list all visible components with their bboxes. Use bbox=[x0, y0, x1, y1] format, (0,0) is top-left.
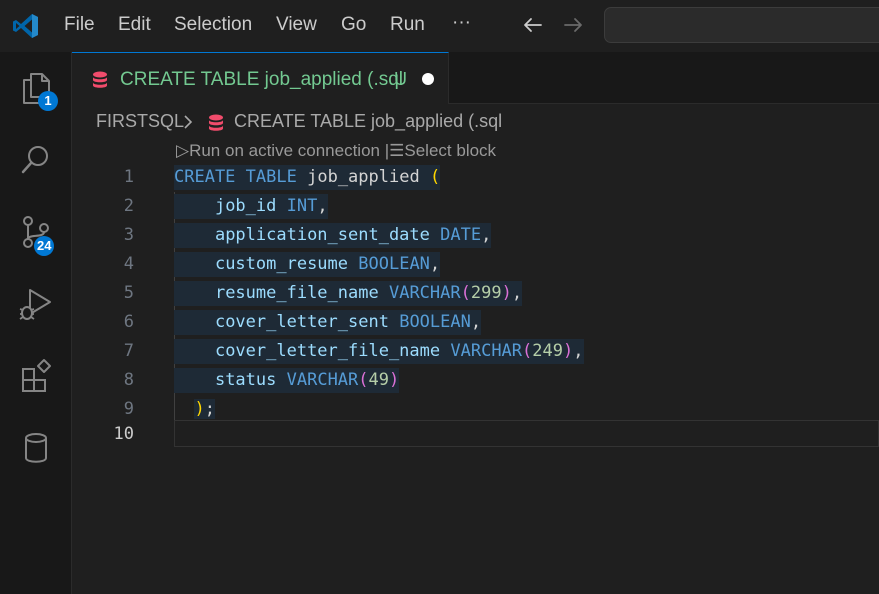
code-text: resume_file_name VARCHAR(299), bbox=[174, 281, 523, 306]
explorer-badge: 1 bbox=[38, 91, 58, 111]
menu-view[interactable]: View bbox=[276, 14, 317, 36]
code-text: application_sent_date DATE, bbox=[174, 223, 492, 248]
extensions-icon[interactable] bbox=[18, 358, 54, 394]
search-icon[interactable] bbox=[18, 142, 54, 178]
line-number: 6 bbox=[123, 312, 134, 332]
untracked-status: U bbox=[394, 69, 407, 89]
command-center-search[interactable] bbox=[604, 7, 879, 43]
line-number: 1 bbox=[123, 167, 134, 187]
unsaved-dot-icon[interactable] bbox=[422, 73, 434, 85]
editor-tab-bar: CREATE TABLE job_applied (.sql U bbox=[72, 52, 879, 104]
menu-selection[interactable]: Selection bbox=[174, 14, 252, 36]
select-block-link[interactable]: Select block bbox=[404, 141, 496, 160]
activity-bar: 1 24 bbox=[0, 52, 72, 594]
run-on-active-connection-link[interactable]: Run on active connection bbox=[189, 141, 380, 160]
line-number: 3 bbox=[123, 225, 134, 245]
code-text: status VARCHAR(49) bbox=[174, 368, 400, 393]
title-bar: File Edit Selection View Go Run ··· bbox=[0, 0, 879, 52]
code-line: 8 status VARCHAR(49) bbox=[72, 366, 879, 395]
database-icon bbox=[93, 71, 107, 88]
codelens: ▷Run on active connection |☰Select block bbox=[176, 141, 496, 161]
tab-label: CREATE TABLE job_applied (.sql bbox=[120, 69, 404, 90]
arrow-left-icon[interactable] bbox=[520, 12, 546, 38]
code-text: cover_letter_file_name VARCHAR(249), bbox=[174, 339, 584, 364]
editor-tab-active[interactable]: CREATE TABLE job_applied (.sql U bbox=[72, 52, 449, 104]
breadcrumb-folder[interactable]: FIRSTSQL bbox=[96, 111, 184, 132]
code-line: 4 custom_resume BOOLEAN, bbox=[72, 250, 879, 279]
code-line: 3 application_sent_date DATE, bbox=[72, 221, 879, 250]
code-line: 1 CREATE TABLE job_applied ( bbox=[72, 163, 879, 192]
menu-edit[interactable]: Edit bbox=[118, 14, 151, 36]
database-icon bbox=[209, 114, 223, 131]
code-text: job_id INT, bbox=[174, 194, 328, 219]
code-text: custom_resume BOOLEAN, bbox=[174, 252, 441, 277]
code-line: 2 job_id INT, bbox=[72, 192, 879, 221]
code-text: CREATE TABLE job_applied ( bbox=[174, 165, 441, 190]
menu-go[interactable]: Go bbox=[341, 14, 366, 36]
line-number: 10 bbox=[113, 424, 134, 444]
breadcrumb-file[interactable]: CREATE TABLE job_applied (.sql bbox=[234, 111, 502, 132]
line-number: 7 bbox=[123, 341, 134, 361]
menu-more-button[interactable]: ··· bbox=[452, 12, 471, 34]
chevron-right-icon bbox=[184, 115, 193, 129]
arrow-right-icon[interactable] bbox=[560, 12, 586, 38]
code-editor[interactable]: 1 CREATE TABLE job_applied ( 2 job_id IN… bbox=[72, 163, 879, 594]
code-text: ); bbox=[194, 399, 215, 419]
line-number: 8 bbox=[123, 370, 134, 390]
code-line: 6 cover_letter_sent BOOLEAN, bbox=[72, 308, 879, 337]
run-debug-icon[interactable] bbox=[18, 286, 54, 322]
code-text: cover_letter_sent BOOLEAN, bbox=[174, 310, 482, 335]
vscode-logo-icon[interactable] bbox=[12, 12, 40, 40]
code-line: 7 cover_letter_file_name VARCHAR(249), bbox=[72, 337, 879, 366]
line-number: 5 bbox=[123, 283, 134, 303]
play-icon: ▷ bbox=[176, 141, 190, 160]
database-icon[interactable] bbox=[18, 430, 54, 466]
code-line: 5 resume_file_name VARCHAR(299), bbox=[72, 279, 879, 308]
line-number: 2 bbox=[123, 196, 134, 216]
menu-run[interactable]: Run bbox=[390, 14, 425, 36]
code-line: 10 bbox=[72, 420, 879, 449]
menu-file[interactable]: File bbox=[64, 14, 95, 36]
list-icon: ☰ bbox=[389, 141, 405, 160]
line-number: 4 bbox=[123, 254, 134, 274]
source-control-badge: 24 bbox=[34, 236, 55, 256]
